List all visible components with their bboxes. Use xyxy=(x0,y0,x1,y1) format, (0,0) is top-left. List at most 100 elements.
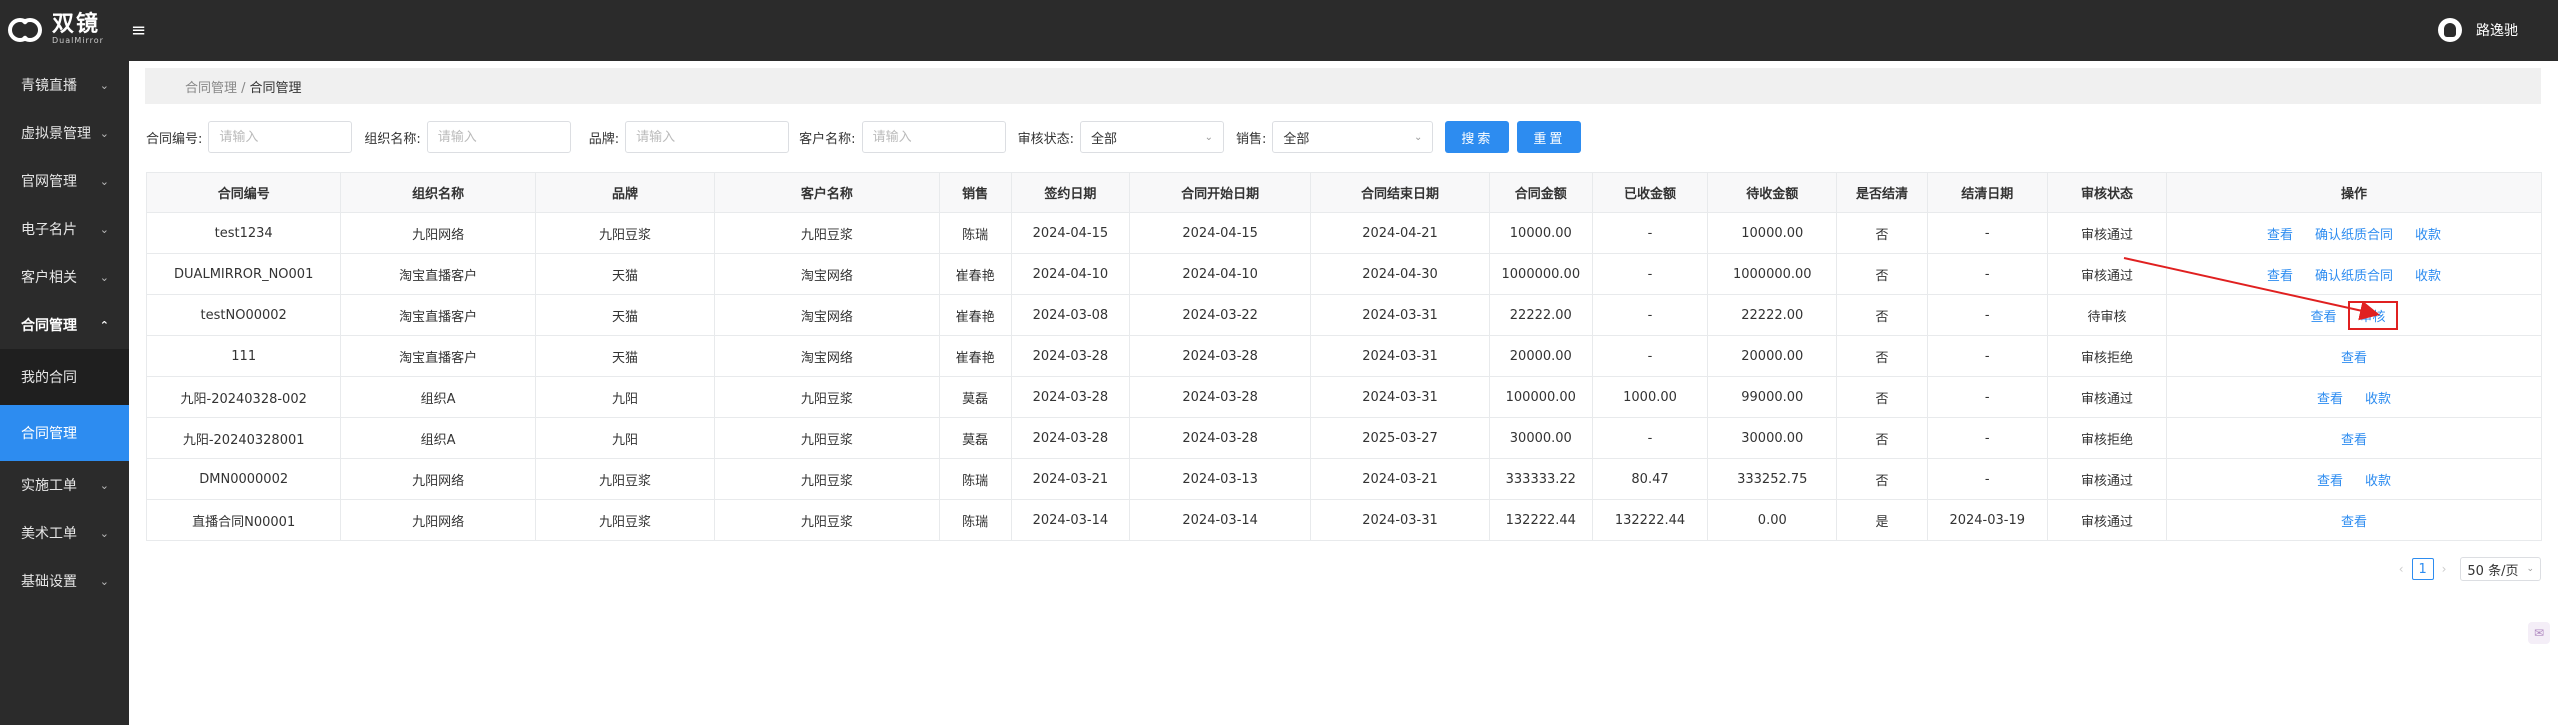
reset-button[interactable]: 重置 xyxy=(1517,121,1582,153)
contract-table: 合同编号 组织名称 品牌 客户名称 销售 签约日期 合同开始日期 合同结束日期 合同金额 已收金额… xyxy=(145,172,2542,541)
view-link[interactable]: 查看 xyxy=(2317,392,2343,407)
cell-no: 111 xyxy=(145,335,342,377)
sales-value: 全部 xyxy=(1283,131,1310,147)
cell-actions: 查看 收款 xyxy=(2166,458,2542,500)
view-link[interactable]: 查看 xyxy=(2341,433,2367,448)
collect-payment-link[interactable]: 收款 xyxy=(2415,228,2441,243)
pagination: ‹ 1 › 50 条/页 ⌄ xyxy=(2391,557,2541,581)
cell-customer: 九阳豆浆 xyxy=(714,417,940,459)
cell-sales: 陈瑞 xyxy=(938,458,1012,500)
column-header: 已收金额 xyxy=(1591,172,1709,213)
brand-label: 品牌: xyxy=(588,131,620,147)
table-row: DUALMIRROR_NO001 淘宝直播客户 天猫 淘宝网络 崔春艳 2024-04-1… xyxy=(145,253,2542,295)
cell-customer: 淘宝网络 xyxy=(714,335,940,377)
column-header: 销售 xyxy=(938,172,1012,213)
cell-sign: 2024-03-14 xyxy=(1010,499,1130,541)
sidebar-item-website[interactable]: 官网管理 ⌄ xyxy=(0,157,129,205)
logo[interactable]: 双镜 DualMirror xyxy=(8,14,104,45)
view-link[interactable]: 查看 xyxy=(2311,310,2337,325)
prev-page-icon[interactable]: ‹ xyxy=(2399,562,2404,576)
review-status-select[interactable]: 全部 ⌄ xyxy=(1079,121,1224,153)
sidebar-item-virtual-scene[interactable]: 虚拟景管理 ⌄ xyxy=(0,109,129,157)
cell-pending: 22222.00 xyxy=(1707,294,1838,336)
cell-start: 2024-03-28 xyxy=(1128,376,1312,418)
cell-sign: 2024-03-08 xyxy=(1010,294,1130,336)
org-name-input[interactable] xyxy=(426,121,571,153)
cell-no: 直播合同N00001 xyxy=(145,499,342,541)
customer-label: 客户名称: xyxy=(799,131,856,147)
sidebar-item-mirror-live[interactable]: 青镜直播 ⌄ xyxy=(0,61,129,109)
column-header: 合同结束日期 xyxy=(1310,172,1490,213)
cell-received: - xyxy=(1591,417,1709,459)
view-link[interactable]: 查看 xyxy=(2317,474,2343,489)
sidebar-subitem-contract-management[interactable]: 合同管理 xyxy=(0,405,129,461)
chevron-down-icon: ⌄ xyxy=(99,222,109,236)
chevron-down-icon: ⌄ xyxy=(99,270,109,284)
chevron-down-icon: ⌄ xyxy=(99,478,109,492)
cell-settled: 否 xyxy=(1836,335,1928,377)
sidebar-subitem-my-contracts[interactable]: 我的合同 xyxy=(0,349,129,405)
page-size-select[interactable]: 50 条/页 ⌄ xyxy=(2460,557,2541,581)
cell-received: 80.47 xyxy=(1591,458,1709,500)
sidebar-item-label: 实施工单 xyxy=(21,478,77,494)
cell-end: 2024-03-31 xyxy=(1310,499,1490,541)
column-header: 操作 xyxy=(2166,172,2542,213)
cell-end: 2024-04-30 xyxy=(1310,253,1490,295)
chevron-down-icon: ⌄ xyxy=(2526,564,2534,574)
logo-icon xyxy=(8,17,42,43)
review-button[interactable]: 审核 xyxy=(2347,300,2398,330)
chevron-down-icon: ⌄ xyxy=(99,526,109,540)
cell-customer: 九阳豆浆 xyxy=(714,376,940,418)
customer-input[interactable] xyxy=(861,121,1006,153)
cell-customer: 九阳豆浆 xyxy=(714,499,940,541)
chat-icon[interactable]: ✉ xyxy=(2528,622,2550,644)
brand-input[interactable] xyxy=(625,121,790,153)
table-row: 直播合同N00001 九阳网络 九阳豆浆 九阳豆浆 陈瑞 2024-03-14 2024-0… xyxy=(145,499,2542,541)
sidebar-item-art-order[interactable]: 美术工单 ⌄ xyxy=(0,509,129,557)
cell-end: 2025-03-27 xyxy=(1310,417,1490,459)
cell-settled: 否 xyxy=(1836,458,1928,500)
cell-received: - xyxy=(1591,253,1709,295)
contract-no-input[interactable] xyxy=(208,121,353,153)
cell-brand: 九阳 xyxy=(534,417,716,459)
table-header-row: 合同编号 组织名称 品牌 客户名称 销售 签约日期 合同开始日期 合同结束日期 合同金额 已收金额… xyxy=(145,172,2542,213)
search-button[interactable]: 搜索 xyxy=(1445,121,1510,153)
chevron-down-icon: ⌄ xyxy=(99,574,109,588)
column-header: 合同编号 xyxy=(145,172,342,213)
sidebar-item-basic-settings[interactable]: 基础设置 ⌄ xyxy=(0,557,129,605)
collect-payment-link[interactable]: 收款 xyxy=(2365,392,2391,407)
page-number[interactable]: 1 xyxy=(2411,558,2434,580)
cell-no: DUALMIRROR_NO001 xyxy=(145,253,342,295)
menu-toggle-icon[interactable]: ≡ xyxy=(131,20,146,41)
cell-actions: 查看 xyxy=(2166,499,2542,541)
confirm-paper-contract-link[interactable]: 确认纸质合同 xyxy=(2315,269,2393,284)
view-link[interactable]: 查看 xyxy=(2341,515,2367,530)
view-link[interactable]: 查看 xyxy=(2341,351,2367,366)
collect-payment-link[interactable]: 收款 xyxy=(2415,269,2441,284)
user-menu[interactable]: 路逸驰 xyxy=(2438,18,2518,42)
cell-end: 2024-03-31 xyxy=(1310,335,1490,377)
next-page-icon[interactable]: › xyxy=(2442,562,2447,576)
cell-sign: 2024-04-15 xyxy=(1010,212,1130,254)
user-name: 路逸驰 xyxy=(2476,23,2518,39)
sidebar-item-contract[interactable]: 合同管理 ⌃ xyxy=(0,301,129,349)
cell-brand: 天猫 xyxy=(534,253,716,295)
sidebar-item-implementation-order[interactable]: 实施工单 ⌄ xyxy=(0,461,129,509)
cell-brand: 天猫 xyxy=(534,294,716,336)
cell-brand: 九阳豆浆 xyxy=(534,212,716,254)
breadcrumb-parent[interactable]: 合同管理 / xyxy=(185,77,246,96)
view-link[interactable]: 查看 xyxy=(2267,269,2293,284)
column-header: 审核状态 xyxy=(2046,172,2168,213)
sidebar-item-customer[interactable]: 客户相关 ⌄ xyxy=(0,253,129,301)
chevron-down-icon: ⌄ xyxy=(99,78,109,92)
view-link[interactable]: 查看 xyxy=(2267,228,2293,243)
cell-received: 1000.00 xyxy=(1591,376,1709,418)
review-status-label: 审核状态: xyxy=(1017,131,1074,147)
sidebar-item-ecard[interactable]: 电子名片 ⌄ xyxy=(0,205,129,253)
sales-select[interactable]: 全部 ⌄ xyxy=(1272,121,1434,153)
collect-payment-link[interactable]: 收款 xyxy=(2365,474,2391,489)
confirm-paper-contract-link[interactable]: 确认纸质合同 xyxy=(2315,228,2393,243)
cell-status: 审核通过 xyxy=(2046,253,2168,295)
cell-actions: 查看 xyxy=(2166,417,2542,459)
cell-sales: 崔春艳 xyxy=(938,253,1012,295)
